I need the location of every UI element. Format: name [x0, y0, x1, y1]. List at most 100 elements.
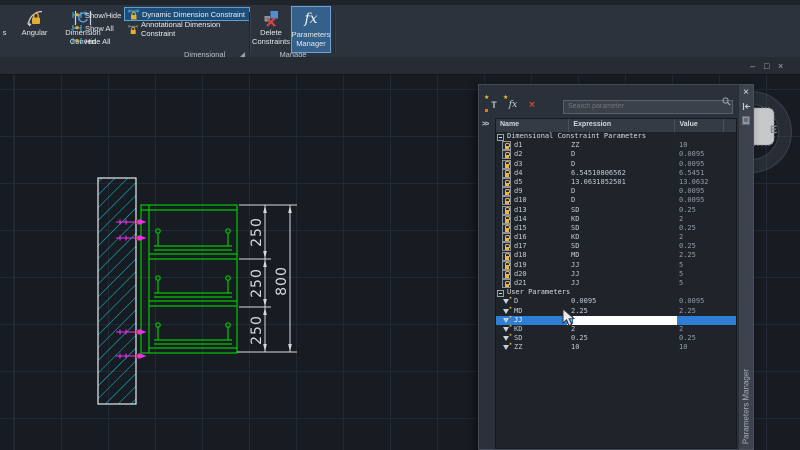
dimensional-constraint-icon	[502, 141, 511, 150]
parameter-expression: 6.54510806562	[571, 169, 677, 178]
delete-parameter-icon[interactable]: ×	[525, 98, 539, 112]
parameter-value: 5	[679, 261, 736, 270]
show-all-button[interactable]: Show All	[72, 22, 114, 34]
parameter-group-header[interactable]: User Parameters	[496, 288, 736, 297]
dimension-glyph-icon	[72, 37, 82, 45]
parameter-row[interactable]: d19JJ5	[496, 261, 736, 270]
parameter-expression: 5	[571, 316, 677, 325]
parameter-name: JJ	[514, 316, 522, 325]
auto-hide-icon[interactable]	[739, 102, 753, 111]
group-label: Dimensional Constraint Parameters	[507, 132, 646, 141]
parameter-value: 0.0095	[679, 187, 736, 196]
angular-constraint-icon	[25, 7, 45, 28]
parameter-value: 10	[679, 343, 736, 352]
parameter-expression: D	[571, 187, 677, 196]
column-header-value[interactable]: Value	[675, 119, 724, 132]
parameter-expression: SD	[571, 206, 677, 215]
parameter-name: ZZ	[514, 343, 522, 352]
parameter-value: 0.0095	[679, 150, 736, 159]
application-window: s Angular Dime	[0, 0, 800, 450]
dimensional-constraint-icon	[502, 169, 511, 178]
cutoff-button[interactable]: s	[0, 7, 9, 37]
parameter-row[interactable]: d9D0.0095	[496, 187, 736, 196]
parameter-row[interactable]: d513.063185250113.0632	[496, 178, 736, 187]
dimensional-constraint-icon	[502, 261, 511, 270]
search-input[interactable]	[563, 100, 733, 114]
palette-close-icon[interactable]: ×	[739, 88, 753, 98]
parameter-row[interactable]: d14 KD2	[496, 215, 736, 224]
expand-filter-tree-button[interactable]: >>	[482, 121, 488, 128]
parameter-row[interactable]: d21JJ5	[496, 279, 736, 288]
parameter-name: d10	[514, 196, 527, 205]
palette-properties-icon[interactable]	[739, 116, 753, 125]
collapse-toggle-icon[interactable]	[497, 134, 504, 141]
parameter-row[interactable]: d20JJ5	[496, 270, 736, 279]
parameter-row[interactable]: d13SD0.25	[496, 206, 736, 215]
parameter-value: 0.25	[679, 242, 736, 251]
parameter-value	[679, 316, 736, 325]
parameter-name: d14	[514, 215, 527, 224]
parameter-row[interactable]: d3D0.0095	[496, 160, 736, 169]
dimensional-constraint-icon	[502, 160, 511, 169]
parameters-manager-button[interactable]: fx Parameters Manager	[291, 6, 331, 53]
parameter-row[interactable]: MD2.252.25	[496, 307, 736, 316]
annotational-constraint-icon	[128, 24, 138, 35]
user-parameter-icon	[502, 343, 511, 352]
collapse-toggle-icon[interactable]	[497, 290, 504, 297]
expression-edit-field[interactable]: 5	[567, 316, 677, 325]
parameter-value: 0.0095	[679, 160, 736, 169]
parameter-row[interactable]: JJ 5	[496, 316, 736, 325]
group-label: User Parameters	[507, 288, 570, 297]
parameter-value: 5	[679, 279, 736, 288]
annotational-dimension-constraint-button[interactable]: Annotational Dimension Constraint	[124, 22, 250, 36]
window-minimize-button[interactable]: –	[750, 60, 755, 72]
palette-title-bar[interactable]: × Parameters Manager	[738, 84, 754, 450]
dimensional-constraint-icon	[502, 270, 511, 279]
parameter-expression: 10	[571, 343, 677, 352]
parameter-name: d2	[514, 150, 522, 159]
window-close-button[interactable]: ×	[778, 60, 783, 72]
parameter-row[interactable]: D0.00950.0095	[496, 297, 736, 306]
column-header-name[interactable]: Name	[496, 119, 569, 132]
angular-button[interactable]: Angular	[11, 7, 58, 37]
parameter-value: 0.0095	[679, 196, 736, 205]
delete-constraints-button[interactable]: Delete Constraints	[252, 7, 290, 46]
parameter-row[interactable]: d2 D0.0095	[496, 150, 736, 159]
parameter-expression: JJ	[571, 270, 677, 279]
parameter-row[interactable]: d46.545108065626.5451	[496, 169, 736, 178]
panel-separator	[334, 12, 335, 54]
parameter-expression: D	[571, 150, 677, 159]
parameter-row[interactable]: ZZ 1010	[496, 343, 736, 352]
parameter-value: 0.25	[679, 206, 736, 215]
new-user-parameter-icon[interactable]: fx ★	[506, 98, 520, 112]
parameter-value: 5	[679, 270, 736, 279]
column-header-expression[interactable]: Expression	[569, 119, 675, 132]
dimensional-constraint-icon	[502, 196, 511, 205]
dynamic-dimension-constraint-button[interactable]: Dynamic Dimension Constraint	[124, 7, 250, 21]
dimensional-constraint-icon	[502, 178, 511, 187]
parameter-table-body: Dimensional Constraint Parametersd1ZZ10d…	[496, 132, 736, 448]
parameter-row[interactable]: d17SD0.25	[496, 242, 736, 251]
parameter-value: 2	[679, 215, 736, 224]
hide-all-button[interactable]: Hide All	[72, 35, 110, 47]
show-hide-button[interactable]: Show/Hide	[72, 9, 121, 21]
parameter-expression: KD	[571, 215, 677, 224]
parameter-row[interactable]: d1ZZ10	[496, 141, 736, 150]
window-restore-button[interactable]: □	[764, 60, 769, 72]
panel-separator	[249, 12, 250, 54]
parameter-row[interactable]: d15SD0.25	[496, 224, 736, 233]
parameter-row[interactable]: KD22	[496, 325, 736, 334]
parameter-name: d16	[514, 233, 527, 242]
parameter-row[interactable]: SD0.250.25	[496, 334, 736, 343]
parameter-name: d1	[514, 141, 522, 150]
parameter-row[interactable]: d10D0.0095	[496, 196, 736, 205]
dimension-glyph-icon	[72, 24, 82, 32]
dimensional-constraint-icon	[502, 215, 511, 224]
parameter-group-header[interactable]: Dimensional Constraint Parameters	[496, 132, 736, 141]
parameter-row[interactable]: d18MD2.25	[496, 251, 736, 260]
parameter-expression: SD	[571, 242, 677, 251]
parameter-value: 0.0095	[679, 297, 736, 306]
parameter-row[interactable]: d16KD2	[496, 233, 736, 242]
new-parameter-icon[interactable]: T ★	[487, 98, 501, 112]
parameters-manager-palette: T ★ fx ★ × >> Name	[478, 84, 754, 450]
